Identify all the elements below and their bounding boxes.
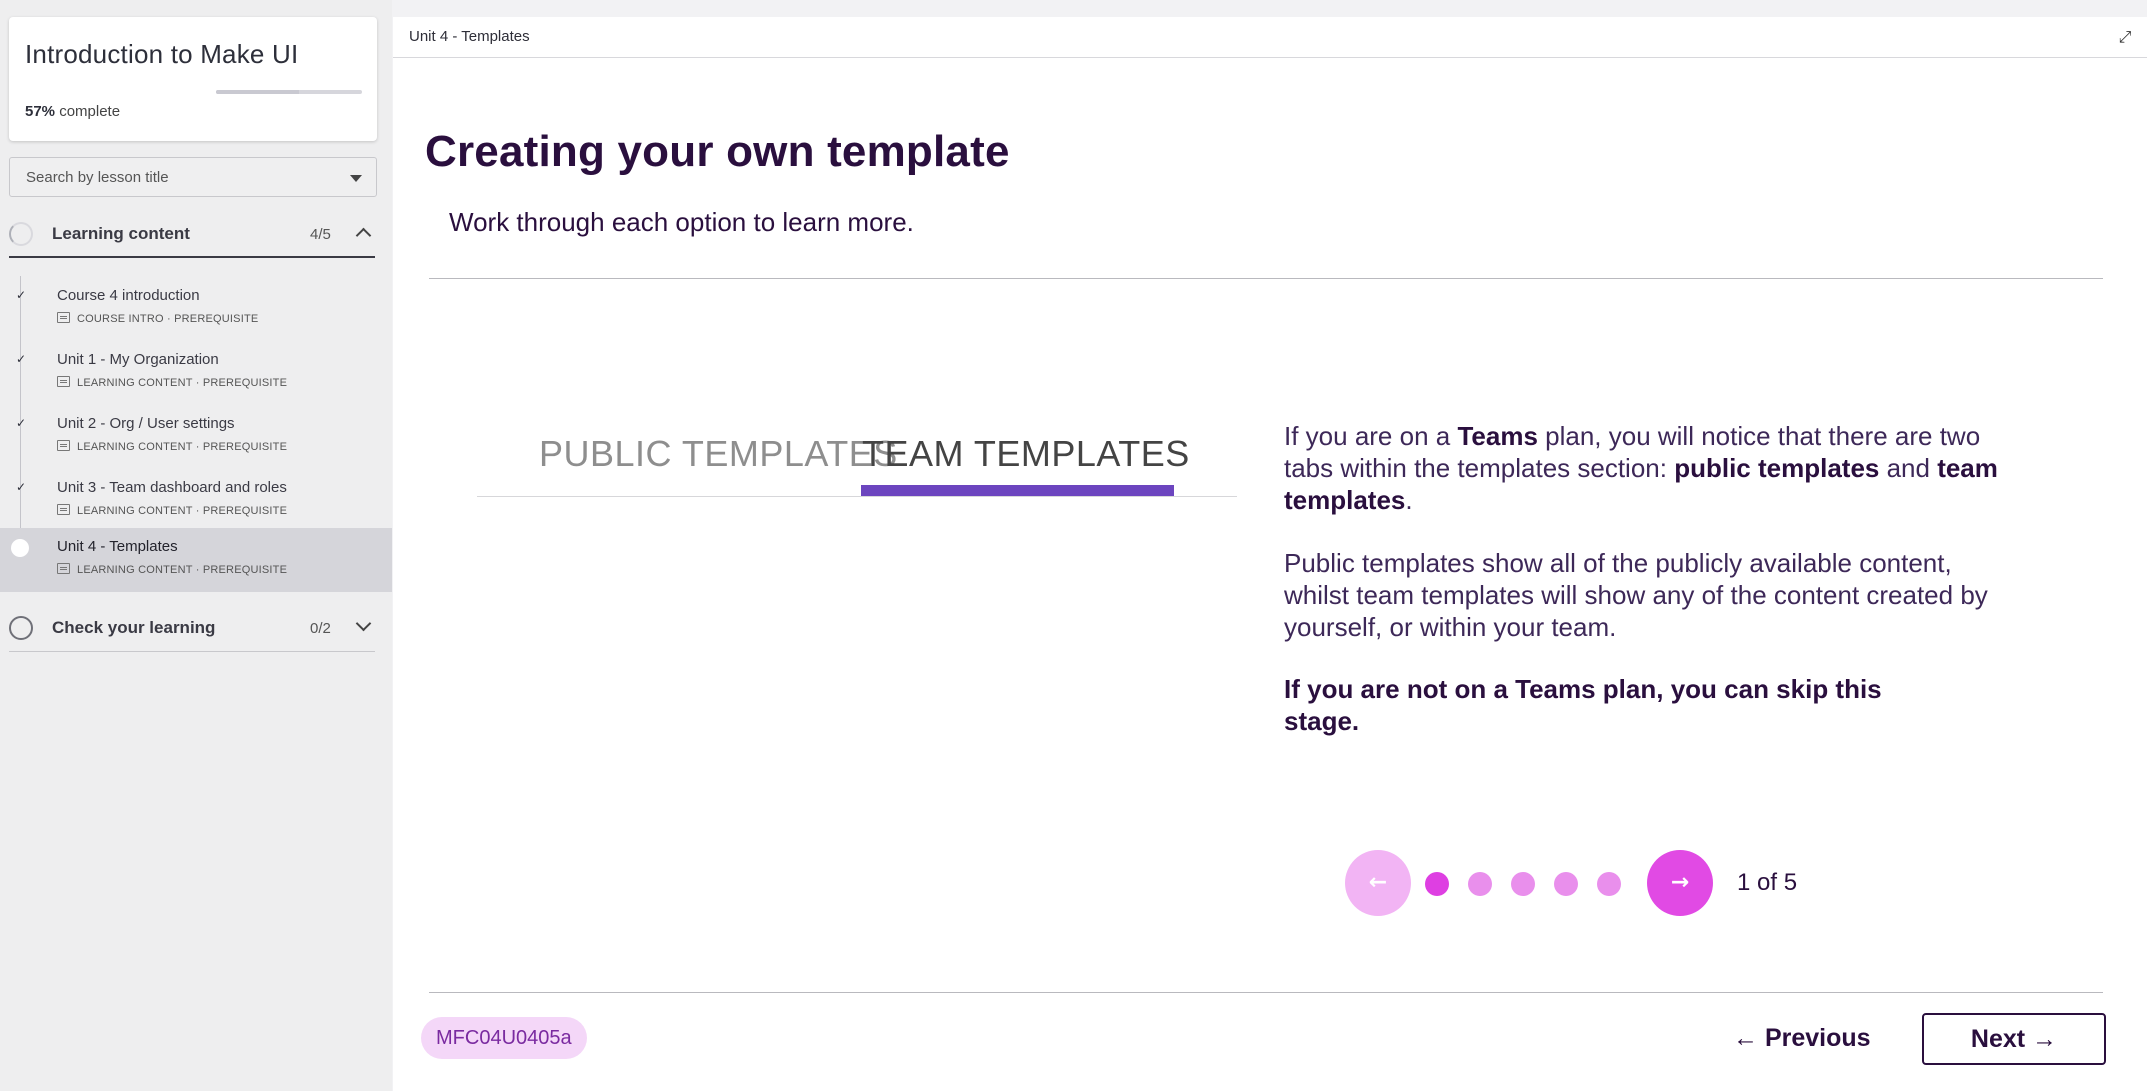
- page-subtitle: Work through each option to learn more.: [449, 207, 914, 237]
- lesson-meta: LEARNING CONTENT · PREREQUISITE: [57, 563, 287, 576]
- chevron-up-icon: [355, 227, 372, 244]
- lesson-search-placeholder: Search by lesson title: [26, 169, 169, 186]
- check-icon: ✓: [15, 352, 27, 366]
- section-check-your-learning[interactable]: Check your learning 0/2: [9, 604, 375, 652]
- lesson-meta: LEARNING CONTENT · PREREQUISITE: [57, 376, 287, 389]
- chevron-down-icon: [355, 615, 372, 632]
- slides-icon: [57, 376, 70, 387]
- public-templates-tab-label: PUBLIC TEMPLATES: [539, 433, 898, 474]
- arrow-right-icon: →: [1670, 870, 1690, 895]
- progress-ring-icon: [9, 222, 33, 246]
- section-count: 0/2: [310, 620, 331, 637]
- lesson-connector: [20, 276, 21, 340]
- carousel-prev-button[interactable]: ←: [1345, 850, 1411, 916]
- paragraph-bold: Teams: [1457, 421, 1538, 451]
- progress-ring-icon: [9, 616, 33, 640]
- course-sidebar: Introduction to Make UI 57% complete Sea…: [0, 0, 392, 1091]
- expand-icon[interactable]: ⤢: [2115, 27, 2135, 47]
- course-progress-text: 57% complete: [25, 103, 120, 120]
- carousel-dot[interactable]: [1511, 872, 1535, 896]
- section-title: Learning content: [52, 224, 190, 243]
- current-lesson-dot-icon: [11, 539, 29, 557]
- lesson-meta-text: LEARNING CONTENT · PREREQUISITE: [77, 564, 288, 576]
- paragraph-text: If you are on a: [1284, 421, 1458, 451]
- lesson-topbar-title: Unit 4 - Templates: [409, 28, 530, 45]
- lesson-meta: LEARNING CONTENT · PREREQUISITE: [57, 440, 287, 453]
- carousel-counter: 1 of 5: [1737, 869, 1798, 896]
- paragraph-teams-plan: If you are on a Teams plan, you will not…: [1284, 420, 2004, 516]
- lesson-meta: LEARNING CONTENT · PREREQUISITE: [57, 504, 287, 517]
- section-title: Check your learning: [52, 618, 216, 637]
- previous-button[interactable]: ← Previous: [1733, 1022, 1871, 1064]
- carousel-dot[interactable]: [1425, 872, 1449, 896]
- page-title: Creating your own template: [425, 127, 1010, 176]
- course-progress-bar: [216, 90, 362, 94]
- lesson-item-current[interactable]: Unit 4 - Templates LEARNING CONTENT · PR…: [0, 528, 392, 592]
- section-count: 4/5: [310, 226, 331, 243]
- lesson-connector: [20, 468, 21, 532]
- tab-baseline: [477, 496, 1237, 497]
- lesson-item[interactable]: ✓ Unit 3 - Team dashboard and roles LEAR…: [0, 468, 392, 532]
- lesson-code-badge: MFC04U0405a: [421, 1017, 587, 1059]
- lesson-title: Unit 4 - Templates: [57, 538, 178, 555]
- lesson-item[interactable]: ✓ Unit 2 - Org / User settings LEARNING …: [0, 404, 392, 468]
- lesson-title: Unit 3 - Team dashboard and roles: [57, 479, 287, 496]
- lesson-content-panel: Unit 4 - Templates ⤢ Creating your own t…: [393, 17, 2147, 1091]
- paragraph-bold: public templates: [1674, 453, 1880, 483]
- lesson-connector: [20, 404, 21, 468]
- caret-down-icon: [350, 175, 362, 182]
- templates-tabs-image: PUBLIC TEMPLATES TEAM TEMPLATES: [477, 397, 1237, 517]
- section-learning-content[interactable]: Learning content 4/5: [9, 210, 375, 258]
- team-templates-tab-label: TEAM TEMPLATES: [862, 433, 1190, 474]
- course-progress-value: 57%: [25, 103, 56, 120]
- divider: [429, 278, 2103, 279]
- course-card: Introduction to Make UI 57% complete: [9, 17, 377, 141]
- carousel-controls: ← → 1 of 5: [1345, 850, 1805, 916]
- paragraph-text: .: [1405, 485, 1413, 515]
- carousel-dot[interactable]: [1597, 872, 1621, 896]
- course-progress-fill: [216, 90, 300, 94]
- paragraph-text: and: [1879, 453, 1938, 483]
- lesson-meta-text: COURSE INTRO · PREREQUISITE: [77, 313, 259, 325]
- document-icon: [57, 312, 70, 323]
- lesson-search-select[interactable]: Search by lesson title: [9, 157, 377, 197]
- carousel-dot[interactable]: [1554, 872, 1578, 896]
- lesson-meta-text: LEARNING CONTENT · PREREQUISITE: [77, 377, 288, 389]
- lesson-title: Unit 2 - Org / User settings: [57, 415, 235, 432]
- slides-icon: [57, 504, 70, 515]
- lesson-title: Unit 1 - My Organization: [57, 351, 219, 368]
- paragraph-skip-note: If you are not on a Teams plan, you can …: [1284, 674, 1882, 736]
- slides-icon: [57, 563, 70, 574]
- check-icon: ✓: [15, 416, 27, 430]
- lesson-title: Course 4 introduction: [57, 287, 200, 304]
- lesson-meta-text: LEARNING CONTENT · PREREQUISITE: [77, 505, 288, 517]
- arrow-left-icon: ←: [1368, 870, 1388, 895]
- course-progress-suffix: complete: [59, 103, 121, 120]
- lesson-connector: [20, 340, 21, 404]
- divider: [429, 992, 2103, 993]
- carousel-dot[interactable]: [1468, 872, 1492, 896]
- carousel-next-button[interactable]: →: [1647, 850, 1713, 916]
- lesson-item[interactable]: ✓ Course 4 introduction COURSE INTRO · P…: [0, 276, 392, 340]
- course-title: Introduction to Make UI: [25, 39, 299, 69]
- lesson-meta: COURSE INTRO · PREREQUISITE: [57, 312, 258, 325]
- slides-icon: [57, 440, 70, 451]
- check-icon: ✓: [15, 480, 27, 494]
- lesson-meta-text: LEARNING CONTENT · PREREQUISITE: [77, 441, 288, 453]
- check-icon: ✓: [15, 288, 27, 302]
- next-button[interactable]: Next →: [1922, 1013, 2106, 1065]
- lesson-topbar: Unit 4 - Templates ⤢: [393, 17, 2147, 58]
- lesson-item[interactable]: ✓ Unit 1 - My Organization LEARNING CONT…: [0, 340, 392, 404]
- paragraph-public-vs-team: Public templates show all of the publicl…: [1284, 548, 1988, 642]
